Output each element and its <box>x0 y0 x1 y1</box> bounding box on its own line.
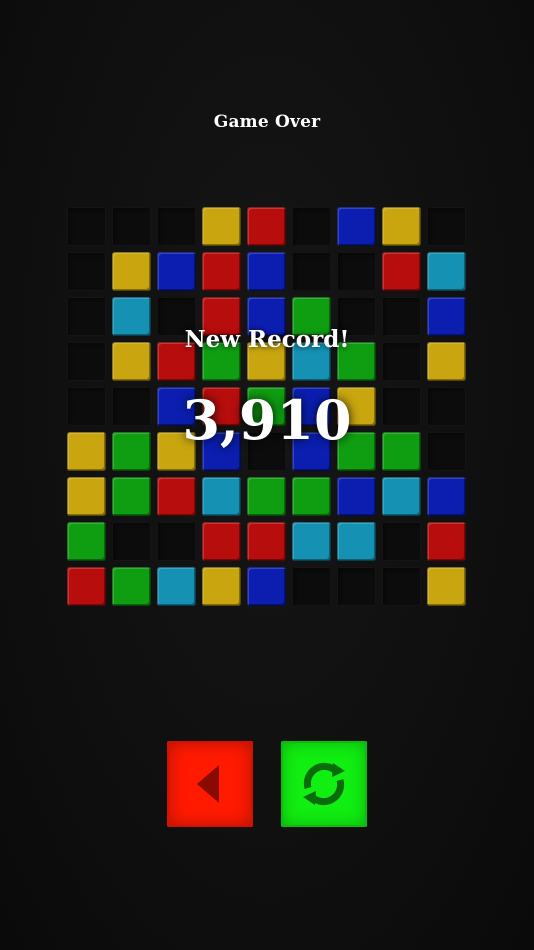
tile-empty <box>157 522 196 561</box>
tile-cyan <box>427 252 466 291</box>
tile-empty <box>337 252 376 291</box>
tile-red <box>247 522 286 561</box>
tile-red <box>247 207 286 246</box>
tile-blue <box>337 477 376 516</box>
tile-yellow <box>382 207 421 246</box>
game-over-screen: Game Over New Record! 3,910 <box>0 0 534 950</box>
tile-green <box>112 567 151 606</box>
triangle-left-icon <box>197 765 219 803</box>
tile-empty <box>427 207 466 246</box>
new-record-label: New Record! <box>184 326 350 353</box>
refresh-icon <box>303 762 345 806</box>
tile-blue <box>247 252 286 291</box>
tile-blue <box>247 567 286 606</box>
tile-empty <box>337 567 376 606</box>
tile-empty <box>292 252 331 291</box>
tile-red <box>202 252 241 291</box>
tile-empty <box>292 567 331 606</box>
tile-blue <box>157 252 196 291</box>
tile-empty <box>67 207 106 246</box>
tile-empty <box>382 522 421 561</box>
tile-cyan <box>157 567 196 606</box>
tile-yellow <box>202 567 241 606</box>
tile-red <box>67 567 106 606</box>
tile-yellow <box>112 252 151 291</box>
tile-cyan <box>337 522 376 561</box>
tile-empty <box>157 207 196 246</box>
tile-cyan <box>382 477 421 516</box>
game-over-title: Game Over <box>213 112 321 132</box>
tile-blue <box>427 477 466 516</box>
tile-yellow <box>427 567 466 606</box>
final-score: 3,910 <box>182 388 352 452</box>
tile-red <box>382 252 421 291</box>
tile-empty <box>292 207 331 246</box>
tile-empty <box>67 252 106 291</box>
back-button[interactable] <box>167 741 253 827</box>
tile-empty <box>112 522 151 561</box>
tile-green <box>247 477 286 516</box>
tile-cyan <box>292 522 331 561</box>
tile-blue <box>337 207 376 246</box>
tile-red <box>202 522 241 561</box>
restart-button[interactable] <box>281 741 367 827</box>
tile-green <box>67 522 106 561</box>
tile-yellow <box>67 477 106 516</box>
tile-cyan <box>202 477 241 516</box>
tile-green <box>292 477 331 516</box>
tile-empty <box>112 207 151 246</box>
tile-red <box>427 522 466 561</box>
tile-empty <box>382 567 421 606</box>
tile-yellow <box>202 207 241 246</box>
tile-green <box>112 477 151 516</box>
tile-red <box>157 477 196 516</box>
